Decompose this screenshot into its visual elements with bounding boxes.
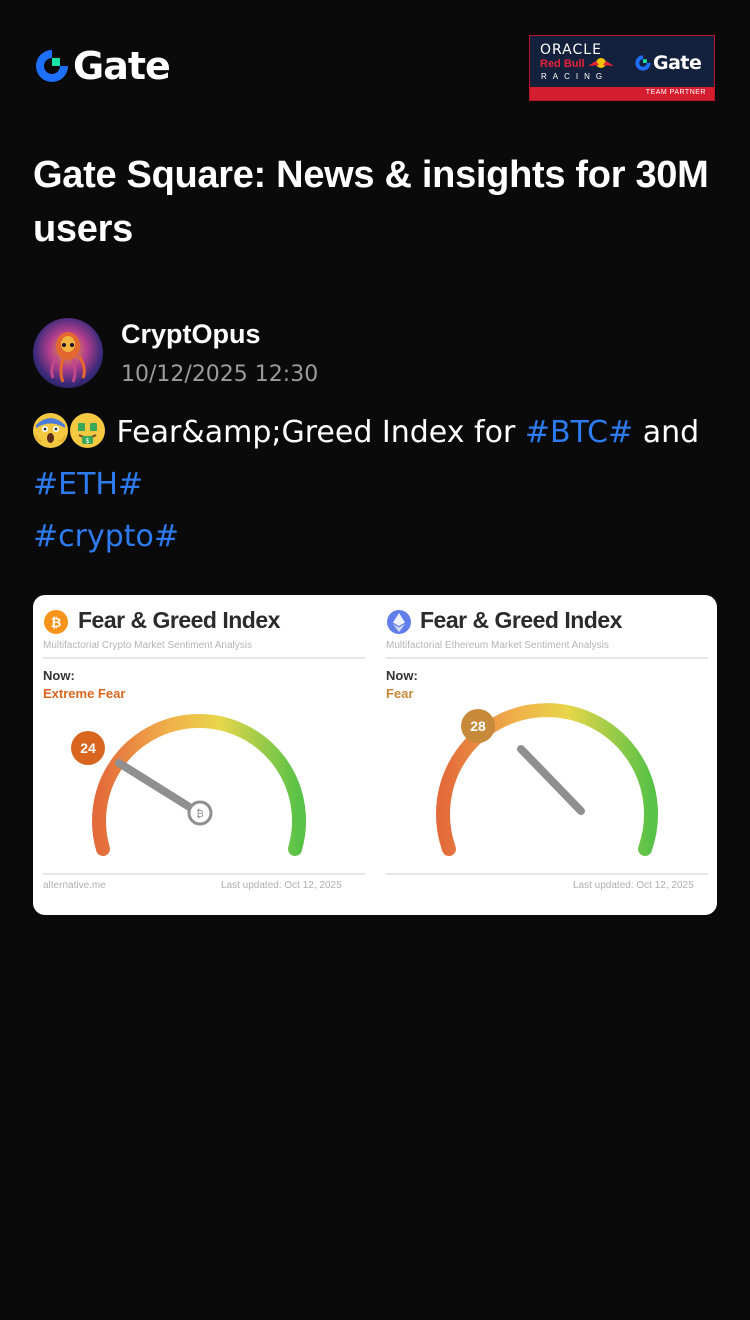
- eth-gauge-needle: [517, 745, 585, 815]
- screaming-face-emoji-icon: [33, 413, 68, 448]
- btc-gauge-needle: [115, 759, 203, 817]
- svg-text:$: $: [85, 437, 89, 445]
- btc-source: alternative.me: [43, 880, 106, 891]
- eth-last-updated: Last updated: Oct 12, 2025: [573, 880, 694, 891]
- avatar[interactable]: [33, 318, 103, 388]
- btc-last-updated: Last updated: Oct 12, 2025: [221, 880, 342, 891]
- partner-strip: TEAM PARTNER: [530, 87, 714, 100]
- hashtag-crypto[interactable]: #crypto#: [33, 519, 179, 554]
- team-partner-banner[interactable]: ORACLE Red Bull RACING Gate TEAM PARTNER: [529, 35, 715, 101]
- author-name[interactable]: CryptOpus: [121, 319, 261, 350]
- partner-redbull-text: Red Bull: [540, 58, 585, 70]
- octopus-avatar-icon: [50, 332, 86, 383]
- btc-footer-divider: [43, 873, 365, 875]
- gate-logo[interactable]: Gate: [33, 44, 171, 88]
- post-image[interactable]: ₿ Fear & Greed Index Multifactorial Cryp…: [33, 595, 717, 915]
- btc-fear-greed-panel: ₿ Fear & Greed Index Multifactorial Cryp…: [33, 595, 375, 915]
- post-body: $ Fear&amp;Greed Index for #BTC# and #ET…: [33, 407, 723, 563]
- partner-racing-text: RACING: [541, 72, 609, 81]
- eth-footer-divider: [386, 873, 708, 875]
- gate-logo-icon: [36, 50, 68, 82]
- money-mouth-face-emoji-icon: $: [70, 413, 105, 448]
- page-title: Gate Square: News & insights for 30M use…: [33, 154, 709, 250]
- eth-gauge: [436, 703, 658, 856]
- eth-fear-greed-panel: Fear & Greed Index Multifactorial Ethere…: [375, 595, 717, 915]
- btc-value: 24: [80, 740, 96, 756]
- logo-wordmark: Gate: [73, 44, 171, 88]
- post-text-and: and: [633, 415, 700, 450]
- post-text-fear-greed: Fear&amp;Greed Index for: [116, 415, 525, 450]
- post-author-block[interactable]: CryptOpus 10/12/2025 12:30: [33, 318, 723, 390]
- gate-logo-icon: [635, 55, 651, 71]
- post-timestamp: 10/12/2025 12:30: [121, 362, 319, 387]
- hashtag-eth[interactable]: #ETH#: [33, 467, 143, 502]
- site-header: Gate ORACLE Red Bull RACING Gate TEAM PA…: [0, 0, 750, 130]
- hashtag-btc[interactable]: #BTC#: [525, 415, 633, 450]
- partner-strip-text: TEAM PARTNER: [645, 89, 706, 96]
- redbull-icon: [588, 58, 614, 68]
- svg-text:₿: ₿: [196, 808, 203, 820]
- partner-gate-logo: Gate: [634, 52, 702, 74]
- eth-value: 28: [470, 718, 486, 734]
- partner-gate-text: Gate: [653, 52, 702, 74]
